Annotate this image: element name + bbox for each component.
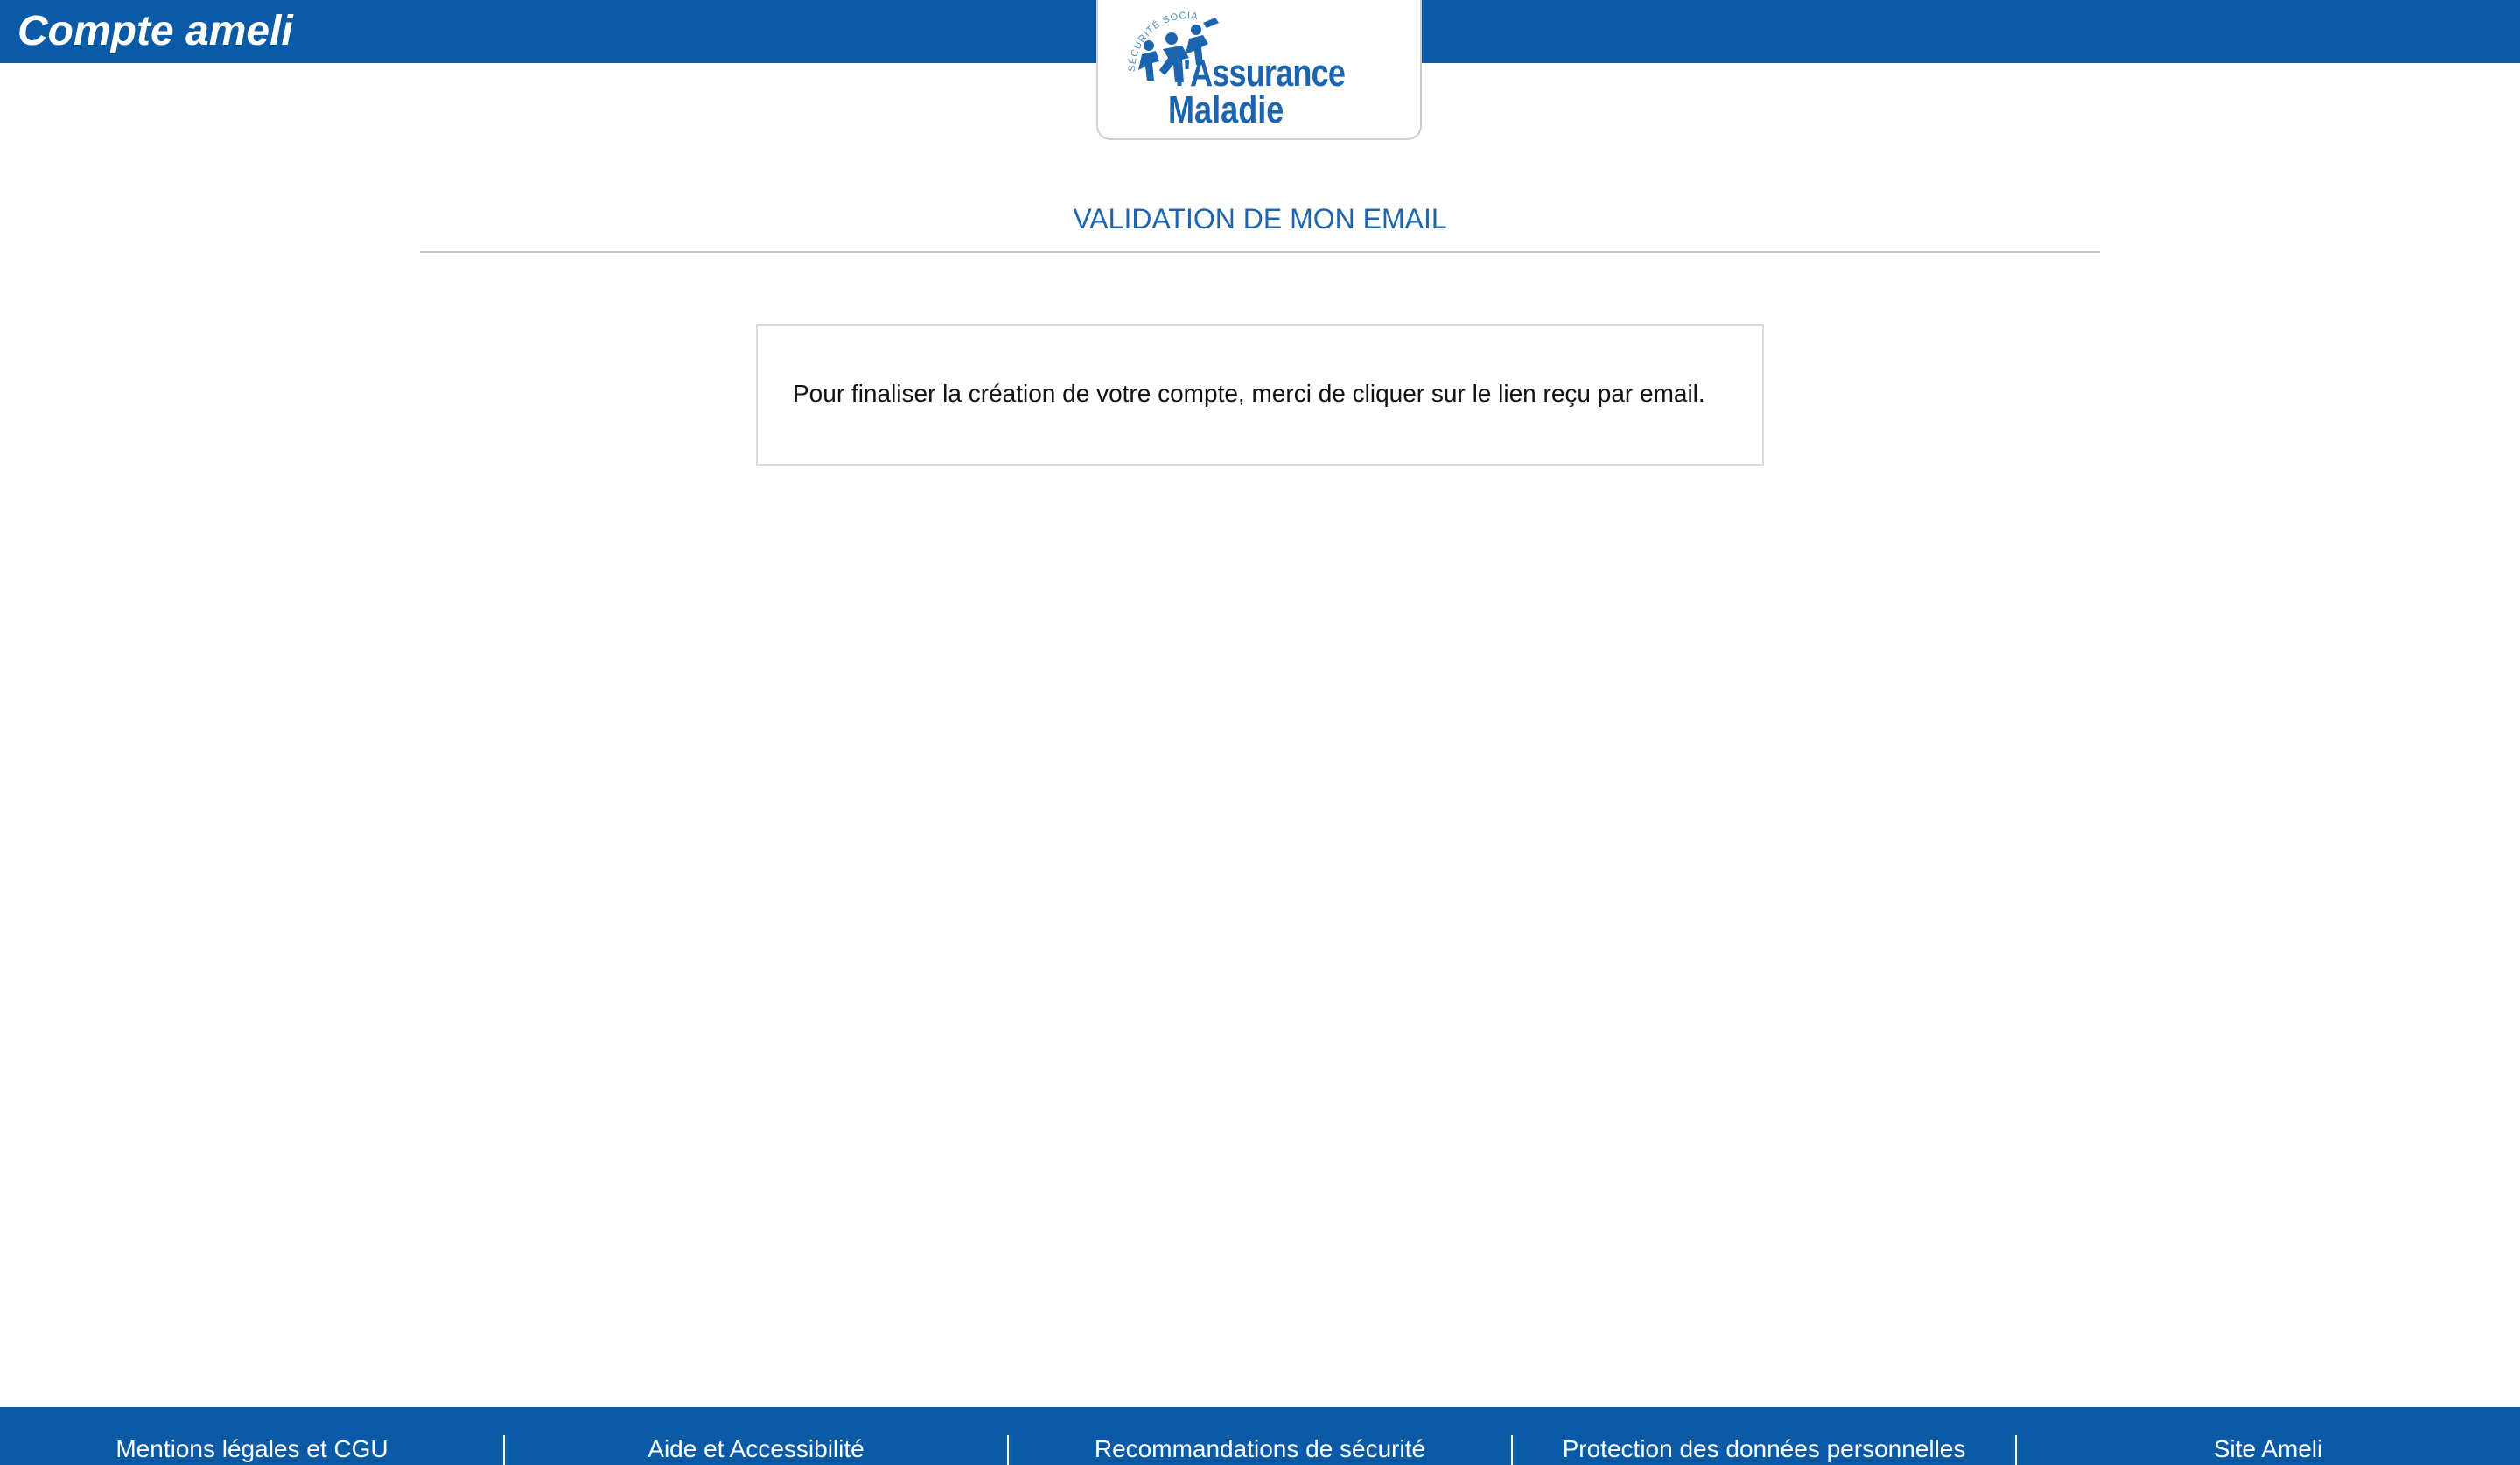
logo-line2: Maladie	[1168, 88, 1284, 131]
footer-divider	[1007, 1435, 1009, 1465]
footer-link-recommandations-securite[interactable]: Recommandations de sécurité	[1008, 1407, 1512, 1465]
assurance-maladie-logo[interactable]: SÉCURITÉ SOCIALE l'Assurance Maladie	[1096, 0, 1422, 140]
footer-link-aide-accessibilite[interactable]: Aide et Accessibilité	[504, 1407, 1008, 1465]
footer-link-protection-donnees[interactable]: Protection des données personnelles	[1512, 1407, 2016, 1465]
message-text: Pour finaliser la création de votre comp…	[793, 380, 1705, 407]
footer-divider	[2015, 1435, 2017, 1465]
message-panel: Pour finaliser la création de votre comp…	[756, 324, 1764, 466]
app-title: Compte ameli	[18, 8, 293, 54]
footer-divider	[1511, 1435, 1513, 1465]
page-title: VALIDATION DE MON EMAIL	[1073, 203, 1447, 235]
footer-divider	[503, 1435, 505, 1465]
footer-link-mentions-legales[interactable]: Mentions légales et CGU	[0, 1407, 504, 1465]
heading-divider	[420, 251, 2100, 253]
footer: Mentions légales et CGU Aide et Accessib…	[0, 1407, 2520, 1465]
footer-link-site-ameli[interactable]: Site Ameli	[2016, 1407, 2520, 1465]
page: Compte ameli SÉCURITÉ SOCIALE l'Assuranc…	[0, 0, 2520, 1465]
